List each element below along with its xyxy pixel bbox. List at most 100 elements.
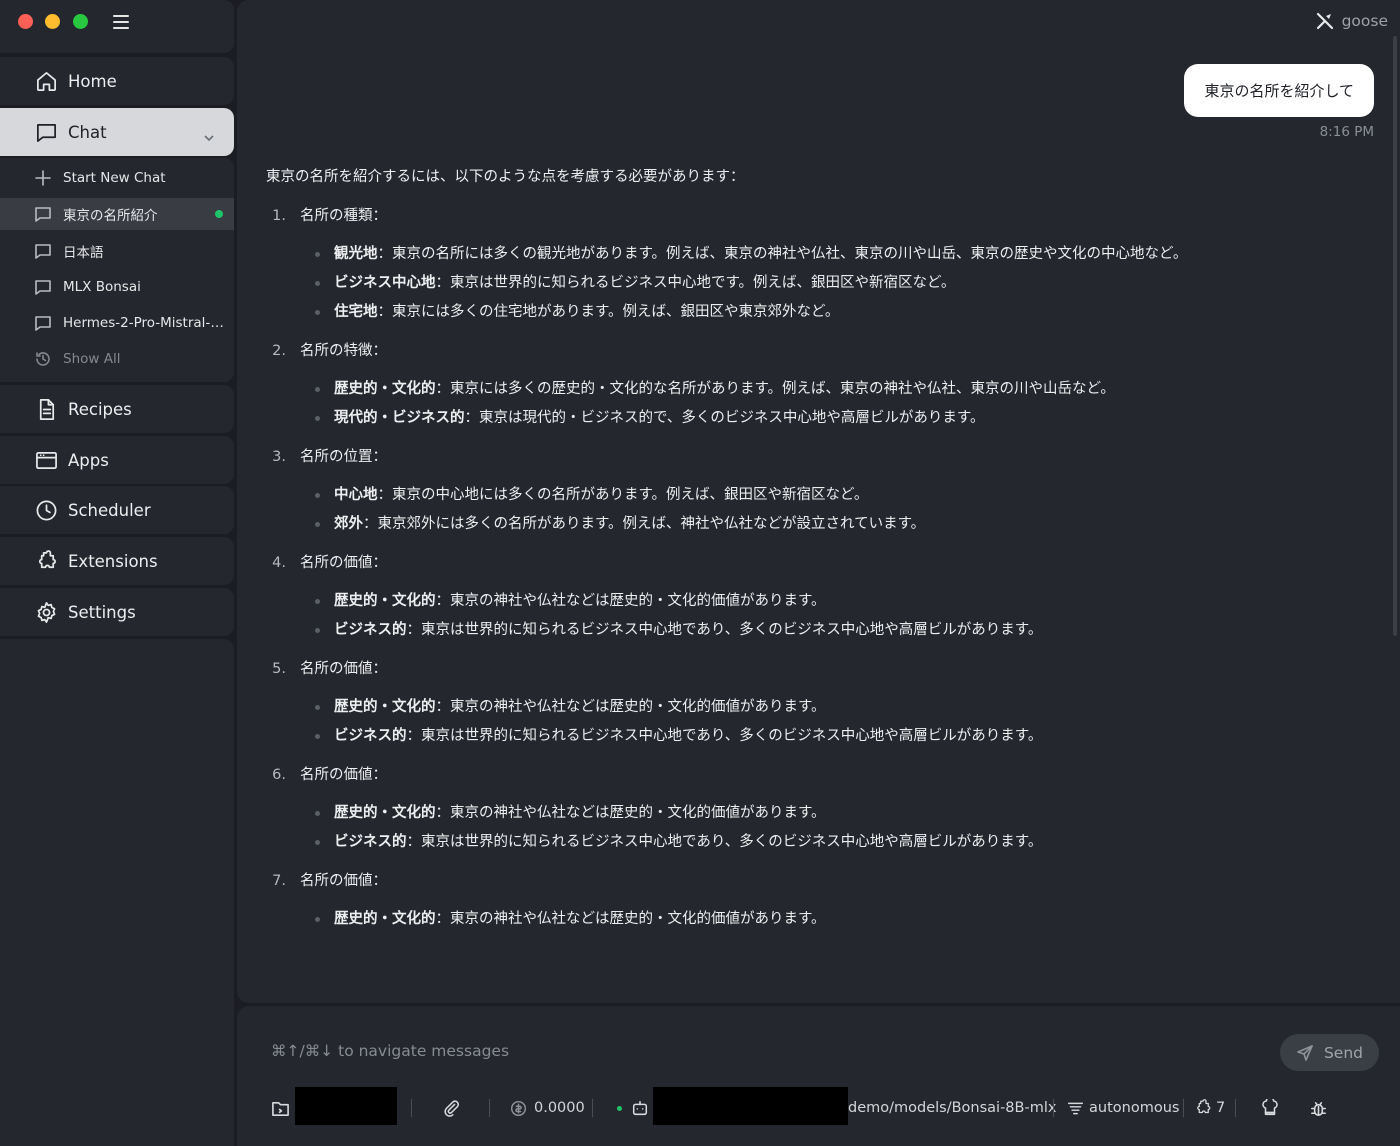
- cost-tracker[interactable]: 0.0000: [510, 1086, 585, 1130]
- model-selector[interactable]: [617, 1086, 649, 1130]
- list-section-title: 1. 名所の種類：: [266, 205, 1366, 227]
- start-new-chat-button[interactable]: Start New Chat: [0, 162, 234, 194]
- list-item: ビジネス中心地：東京は世界的に知られるビジネス中心地です。例えば、銀田区や新宿区…: [312, 272, 1366, 294]
- bullet-list: 歴史的・文化的：東京の神社や仏社などは歴史的・文化的価値があります。 ビジネス的：…: [312, 590, 1366, 641]
- nav-settings-label: Settings: [68, 602, 136, 622]
- model-status-dot: [617, 1105, 622, 1111]
- list-section: 2. 名所の特徴： 歴史的・文化的：東京には多くの歴史的・文化的な名所があります。例…: [266, 340, 1366, 429]
- nav-scheduler-label: Scheduler: [68, 500, 151, 520]
- chef-hat-icon: [1262, 1099, 1278, 1116]
- start-new-chat-label: Start New Chat: [63, 170, 166, 186]
- list-item: 歴史的・文化的：東京の神社や仏社などは歴史的・文化的価値があります。: [312, 802, 1366, 824]
- list-item: 歴史的・文化的：東京の神社や仏社などは歴史的・文化的価値があります。: [312, 696, 1366, 718]
- model-path[interactable]: demo/models/Bonsai-8B-mlx: [848, 1086, 1056, 1130]
- toolbar-divider: [1235, 1099, 1236, 1117]
- list-item-term: 住宅地: [334, 304, 378, 320]
- list-item-text: ：東京の神社や仏社などは歴史的・文化的価値があります。: [435, 699, 826, 715]
- session-item[interactable]: 東京の名所紹介: [0, 198, 234, 231]
- redacted-directory: [295, 1087, 397, 1125]
- toolbar-divider: [592, 1099, 593, 1117]
- list-section: 4. 名所の価値： 歴史的・文化的：東京の神社や仏社などは歴史的・文化的価値がありま…: [266, 552, 1366, 641]
- coin-icon: [510, 1100, 527, 1116]
- maximize-window-button[interactable]: [73, 14, 88, 29]
- bullet-list: 歴史的・文化的：東京の神社や仏社などは歴史的・文化的価値があります。 ビジネス的：…: [312, 696, 1366, 747]
- list-section-title: 2. 名所の特徴：: [266, 340, 1366, 362]
- chat-bubble-icon: [34, 242, 52, 260]
- nav-apps[interactable]: Apps: [0, 436, 234, 484]
- list-item-term: 歴史的・文化的: [334, 805, 436, 821]
- working-directory-button[interactable]: [271, 1086, 290, 1130]
- chevron-down-icon[interactable]: [204, 128, 214, 142]
- sidebar: Home Chat Start New Chat 東京の名所紹介 日本語 MLX…: [0, 0, 236, 1146]
- list-item-text: ：東京は世界的に知られるビジネス中心地であり、多くのビジネス中心地や高層ビルがあ…: [406, 622, 1043, 638]
- list-number: 5.: [272, 661, 286, 677]
- show-all-sessions-button[interactable]: Show All: [0, 343, 234, 375]
- list-item: 歴史的・文化的：東京の神社や仏社などは歴史的・文化的価値があります。: [312, 908, 1366, 930]
- session-item[interactable]: Hermes-2-Pro-Mistral-7B: [0, 307, 234, 339]
- list-item-term: ビジネス的: [334, 728, 407, 744]
- list-section-title: 3. 名所の位置：: [266, 446, 1366, 468]
- puzzle-icon: [1197, 1099, 1211, 1114]
- mode-selector[interactable]: autonomous: [1067, 1086, 1179, 1130]
- nav-home[interactable]: Home: [0, 57, 234, 105]
- assistant-intro: 東京の名所を紹介するには、以下のような点を考慮する必要があります：: [266, 169, 745, 185]
- session-item[interactable]: 日本語: [0, 235, 234, 267]
- session-item[interactable]: MLX Bonsai: [0, 271, 234, 303]
- extensions-count: 7: [1216, 1100, 1226, 1116]
- list-item: 歴史的・文化的：東京の神社や仏社などは歴史的・文化的価値があります。: [312, 590, 1366, 612]
- send-label: Send: [1323, 1043, 1364, 1062]
- list-item-text: ：東京郊外には多くの名所があります。例えば、神社や仏社などが設立されています。: [363, 516, 926, 532]
- chat-bubble-icon: [34, 314, 52, 332]
- list-heading: 名所の種類：: [300, 208, 387, 224]
- chat-scrollbar[interactable]: [1393, 36, 1397, 636]
- bullet-list: 歴史的・文化的：東京には多くの歴史的・文化的な名所があります。例えば、東京の神社…: [312, 378, 1366, 429]
- list-item: 歴史的・文化的：東京には多くの歴史的・文化的な名所があります。例えば、東京の神社…: [312, 378, 1366, 400]
- attach-file-button[interactable]: [442, 1086, 460, 1130]
- goose-logo-icon: [1316, 12, 1333, 30]
- window-controls: [0, 0, 234, 53]
- toolbar-divider: [489, 1099, 490, 1117]
- home-icon: [34, 69, 58, 93]
- list-section: 5. 名所の価値： 歴史的・文化的：東京の神社や仏社などは歴史的・文化的価値がありま…: [266, 658, 1366, 747]
- chat-panel: goose 東京の名所を紹介して 8:16 PM 東京の名所を紹介するには、以下…: [237, 0, 1400, 1003]
- list-section-title: 7. 名所の価値：: [266, 870, 1366, 892]
- model-path-label: demo/models/Bonsai-8B-mlx: [848, 1100, 1057, 1116]
- extensions-button[interactable]: 7: [1194, 1086, 1225, 1130]
- list-item: 郊外：東京郊外には多くの名所があります。例えば、神社や仏社などが設立されています…: [312, 513, 1366, 535]
- nav-extensions[interactable]: Extensions: [0, 537, 234, 585]
- nav-chat[interactable]: Chat: [0, 108, 234, 156]
- list-item-text: ：東京は現代的・ビジネス的で、多くのビジネス中心地や高層ビルがあります。: [464, 410, 985, 426]
- list-section-title: 6. 名所の価値：: [266, 764, 1366, 786]
- list-number: 1.: [272, 208, 286, 224]
- list-item-text: ：東京の神社や仏社などは歴史的・文化的価値があります。: [435, 805, 826, 821]
- send-button[interactable]: Send: [1280, 1034, 1379, 1071]
- user-message-timestamp: 8:16 PM: [1319, 124, 1374, 140]
- list-item-text: ：東京は世界的に知られるビジネス中心地であり、多くのビジネス中心地や高層ビルがあ…: [406, 728, 1043, 744]
- list-number: 3.: [272, 449, 286, 465]
- filter-lines-icon: [1067, 1102, 1084, 1114]
- robot-icon: [632, 1100, 648, 1116]
- list-item-term: 現代的・ビジネス的: [334, 410, 465, 426]
- recipe-button[interactable]: [1261, 1086, 1279, 1130]
- bug-icon: [1311, 1101, 1326, 1116]
- menu-icon[interactable]: [113, 15, 129, 29]
- chat-bubble-icon: [34, 205, 52, 223]
- list-item: 住宅地：東京には多くの住宅地があります。例えば、銀田区や東京郊外など。: [312, 301, 1366, 323]
- list-item-term: 歴史的・文化的: [334, 911, 436, 927]
- list-heading: 名所の価値：: [300, 767, 387, 783]
- sidebar-empty-area: [0, 639, 234, 1146]
- message-input[interactable]: ⌘↑/⌘↓ to navigate messages: [271, 1042, 509, 1060]
- close-window-button[interactable]: [18, 14, 33, 29]
- plus-icon: [34, 169, 52, 187]
- nav-scheduler[interactable]: Scheduler: [0, 486, 234, 534]
- nav-apps-label: Apps: [68, 450, 109, 470]
- list-number: 2.: [272, 343, 286, 359]
- list-item: 観光地：東京の名所には多くの観光地があります。例えば、東京の神社や仏社、東京の川…: [312, 243, 1366, 265]
- assistant-message: 東京の名所を紹介するには、以下のような点を考慮する必要があります： 1. 名所の種…: [266, 166, 1366, 937]
- nav-settings[interactable]: Settings: [0, 588, 234, 636]
- list-heading: 名所の価値：: [300, 661, 387, 677]
- nav-recipes[interactable]: Recipes: [0, 385, 234, 433]
- diagnostics-button[interactable]: [1309, 1086, 1328, 1130]
- minimize-window-button[interactable]: [45, 14, 60, 29]
- session-title: MLX Bonsai: [63, 278, 141, 295]
